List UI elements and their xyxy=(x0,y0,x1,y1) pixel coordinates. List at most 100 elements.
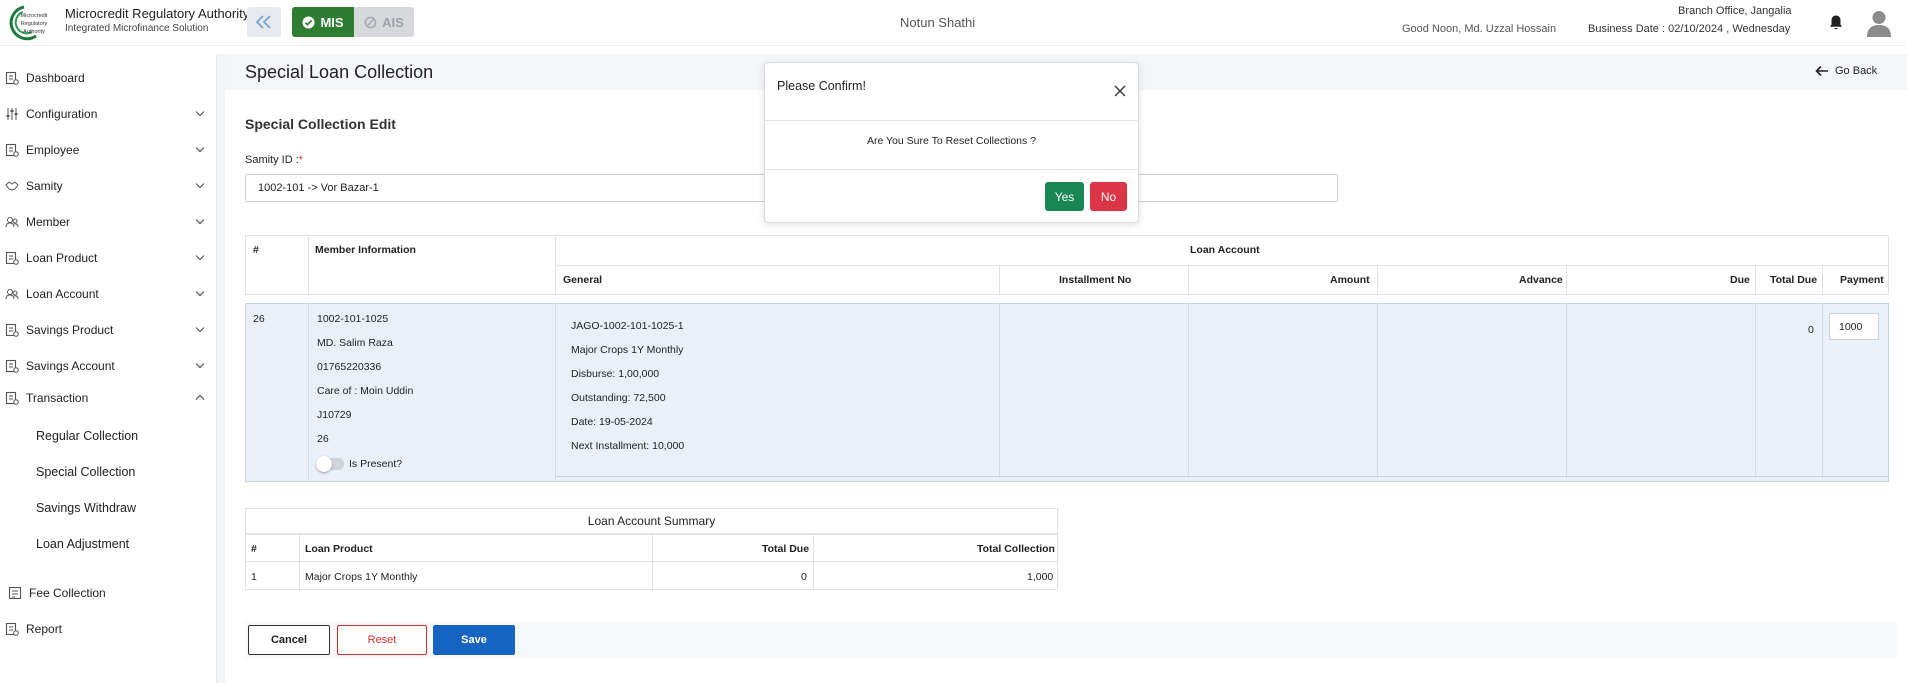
mra-logo: Microcredit Regulatory Authority xyxy=(9,5,48,41)
sidebar-item-report[interactable]: Report xyxy=(0,614,217,644)
member-id-card: J10729 xyxy=(317,409,352,421)
go-back-label: Go Back xyxy=(1835,65,1878,77)
member-icon xyxy=(5,217,19,228)
table-row xyxy=(245,303,1889,482)
logo-text-2: Regulatory xyxy=(21,21,48,27)
organization-name: Notun Shathi xyxy=(900,15,976,30)
sidebar-item-employee[interactable]: Employee xyxy=(0,135,217,165)
go-back-button[interactable]: Go Back xyxy=(1815,65,1877,77)
sidebar-item-samity[interactable]: Samity xyxy=(0,171,217,201)
samity-label-text: Samity ID : xyxy=(245,154,299,166)
business-date: Business Date : 02/10/2024 , Wednesday xyxy=(1588,23,1791,35)
sidebar-item-configuration[interactable]: Configuration xyxy=(0,99,217,129)
th-amount: Amount xyxy=(1330,274,1370,286)
logo-text-1: Microcredit xyxy=(21,13,48,19)
chevron-down-icon xyxy=(195,327,205,333)
dialog-title: Please Confirm! xyxy=(777,79,866,93)
sidebar-item-label: Member xyxy=(26,215,71,229)
document-icon xyxy=(5,391,19,405)
member-name: MD. Salim Raza xyxy=(317,337,393,349)
greeting-text: Good Noon, Md. Uzzal Hossain xyxy=(1402,23,1557,35)
page-title: Special Loan Collection xyxy=(245,62,434,82)
sliders-icon xyxy=(6,108,18,120)
ais-label: AIS xyxy=(382,14,404,30)
row-total-due: 0 xyxy=(1808,324,1814,336)
sum-row-total-due: 0 xyxy=(801,571,807,583)
yes-button[interactable]: Yes xyxy=(1045,182,1084,211)
document-icon xyxy=(5,251,19,265)
payment-input[interactable]: 1000 xyxy=(1829,313,1879,340)
row-divider xyxy=(1566,303,1567,478)
th-advance: Advance xyxy=(1519,274,1563,286)
th-payment: Payment xyxy=(1840,274,1884,286)
loan-date: Date: 19-05-2024 xyxy=(571,416,653,428)
sidebar-item-label: Employee xyxy=(26,143,80,157)
chevron-down-icon xyxy=(195,363,205,369)
dashboard-icon xyxy=(5,71,19,85)
member-code: 1002-101-1025 xyxy=(317,313,389,325)
user-avatar-icon[interactable] xyxy=(1866,9,1892,37)
sidebar-divider xyxy=(217,54,225,683)
th-member-information: Member Information xyxy=(315,244,416,256)
sidebar-item-transaction[interactable]: Transaction xyxy=(0,383,217,413)
chevron-down-icon xyxy=(195,111,205,117)
mis-toggle-button[interactable]: MIS xyxy=(292,7,354,37)
samity-id-label: Samity ID :* xyxy=(245,154,303,166)
row-divider xyxy=(1188,303,1189,478)
dialog-divider xyxy=(765,169,1138,170)
confirm-dialog: Please Confirm! Are You Sure To Reset Co… xyxy=(764,62,1139,223)
sidebar-item-fee-collection[interactable]: Fee Collection xyxy=(0,578,217,608)
arrow-left-icon xyxy=(1815,65,1828,77)
dialog-divider xyxy=(765,120,1138,121)
bell-icon[interactable] xyxy=(1828,14,1844,31)
sidebar-sub-savings-withdraw[interactable]: Savings Withdraw xyxy=(36,501,136,515)
th-loan-account: Loan Account xyxy=(1190,244,1260,256)
sum-row-hash: 1 xyxy=(251,571,257,583)
sum-th-total-collection: Total Collection xyxy=(977,543,1055,555)
section-title: Special Collection Edit xyxy=(245,116,396,132)
sidebar-sub-regular-collection[interactable]: Regular Collection xyxy=(36,429,138,443)
sidebar-item-dashboard[interactable]: Dashboard xyxy=(0,63,217,93)
member-serial: 26 xyxy=(317,433,329,445)
document-icon xyxy=(5,622,19,636)
row-divider xyxy=(555,303,556,482)
sidebar-item-savings-account[interactable]: Savings Account xyxy=(0,351,217,381)
cancel-button[interactable]: Cancel xyxy=(248,625,330,655)
sum-th-hash: # xyxy=(251,543,257,555)
top-header: Microcredit Regulatory Authority Microcr… xyxy=(0,0,1907,46)
document-icon xyxy=(5,359,19,373)
sidebar-collapse-button[interactable] xyxy=(247,7,281,37)
required-asterisk: * xyxy=(298,154,304,166)
sidebar-item-savings-product[interactable]: Savings Product xyxy=(0,315,217,345)
sum-td-total-due-cell xyxy=(652,561,814,590)
th-index: # xyxy=(253,244,259,256)
sidebar-item-label: Fee Collection xyxy=(29,586,106,600)
sidebar-item-label: Loan Account xyxy=(26,287,99,301)
loan-next-installment: Next Installment: 10,000 xyxy=(571,440,685,452)
sidebar-item-member[interactable]: Member xyxy=(0,207,217,237)
row-index: 26 xyxy=(253,313,265,325)
sum-row-loan-product: Major Crops 1Y Monthly xyxy=(305,571,418,583)
reset-button[interactable]: Reset xyxy=(337,625,427,655)
sidebar-item-label: Configuration xyxy=(26,107,98,121)
sidebar-sub-loan-adjustment[interactable]: Loan Adjustment xyxy=(36,537,129,551)
close-icon[interactable] xyxy=(1114,85,1126,97)
loan-outstanding: Outstanding: 72,500 xyxy=(571,392,666,404)
sidebar-item-loan-account[interactable]: Loan Account xyxy=(0,279,217,309)
loan-account-code: JAGO-1002-101-1025-1 xyxy=(571,320,684,332)
save-button[interactable]: Save xyxy=(433,625,515,655)
module-toggle: MIS AIS xyxy=(292,7,414,37)
sidebar-item-loan-product[interactable]: Loan Product xyxy=(0,243,217,273)
toggle-knob xyxy=(316,456,332,472)
summary-title: Loan Account Summary xyxy=(245,508,1058,534)
sidebar-item-label: Savings Account xyxy=(26,359,115,373)
ais-toggle-button[interactable]: AIS xyxy=(354,7,414,37)
chevron-down-icon xyxy=(195,219,205,225)
row-divider xyxy=(1822,303,1823,478)
sidebar-sub-special-collection[interactable]: Special Collection xyxy=(36,465,135,479)
member-phone: 01765220336 xyxy=(317,361,382,373)
no-button[interactable]: No xyxy=(1090,182,1127,211)
row-divider xyxy=(308,303,309,482)
th-total-due: Total Due xyxy=(1770,274,1818,286)
mis-label: MIS xyxy=(320,14,344,30)
